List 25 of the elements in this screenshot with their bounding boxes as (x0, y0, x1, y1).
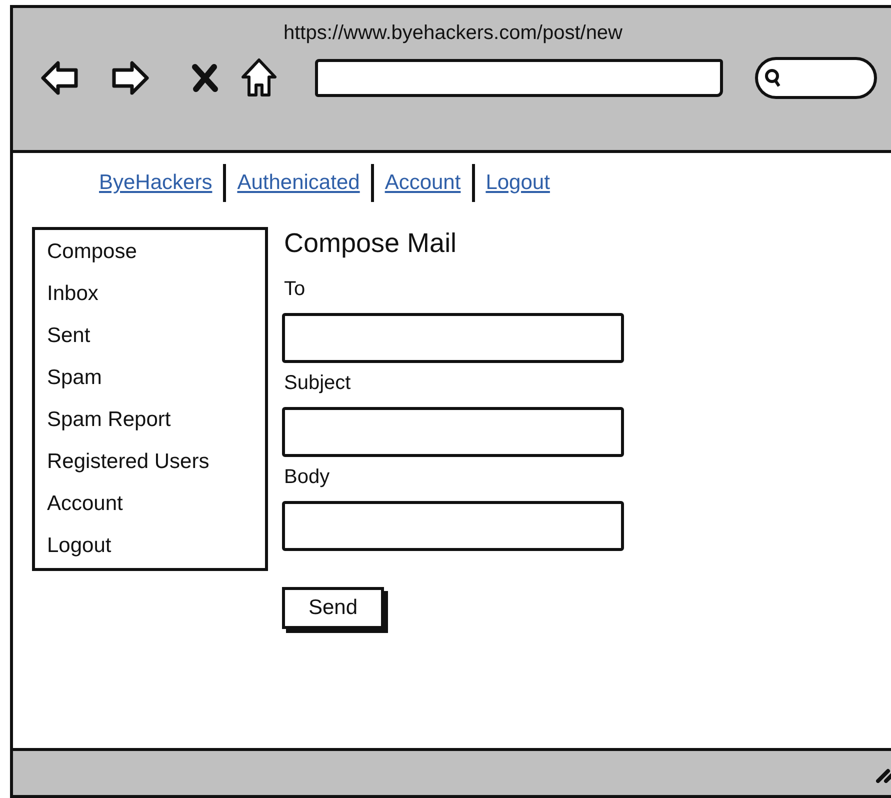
field-label: Body (284, 465, 330, 489)
menu-item[interactable]: Sent (47, 321, 265, 363)
input-field[interactable] (282, 313, 624, 363)
nav-link[interactable]: ByeHackers (88, 171, 224, 195)
nav-link[interactable]: Authenicated (226, 171, 371, 195)
close-icon[interactable] (192, 64, 218, 92)
menu-item[interactable]: Compose (47, 237, 265, 279)
nav-link[interactable]: Account (374, 171, 472, 195)
menu-item[interactable]: Spam Report (47, 405, 265, 447)
search-field[interactable] (755, 57, 877, 99)
home-icon[interactable] (240, 57, 278, 99)
menu-item[interactable]: Account (47, 489, 265, 531)
field-label: To (284, 277, 306, 301)
input-field[interactable] (282, 501, 624, 551)
menu-item[interactable]: Spam (47, 363, 265, 405)
url-text: https://www.byehackers.com/post/new (283, 22, 623, 44)
field-label: Subject (284, 371, 351, 395)
menu-item[interactable]: Logout (47, 531, 265, 573)
menu-item[interactable]: Registered Users (47, 447, 265, 489)
input-field[interactable] (282, 407, 624, 457)
menu-item[interactable]: Inbox (47, 279, 265, 321)
search-icon (764, 68, 782, 88)
nav-link[interactable]: Logout (474, 171, 561, 195)
form-title: Compose Mail (284, 227, 457, 259)
address-field[interactable] (315, 59, 723, 97)
